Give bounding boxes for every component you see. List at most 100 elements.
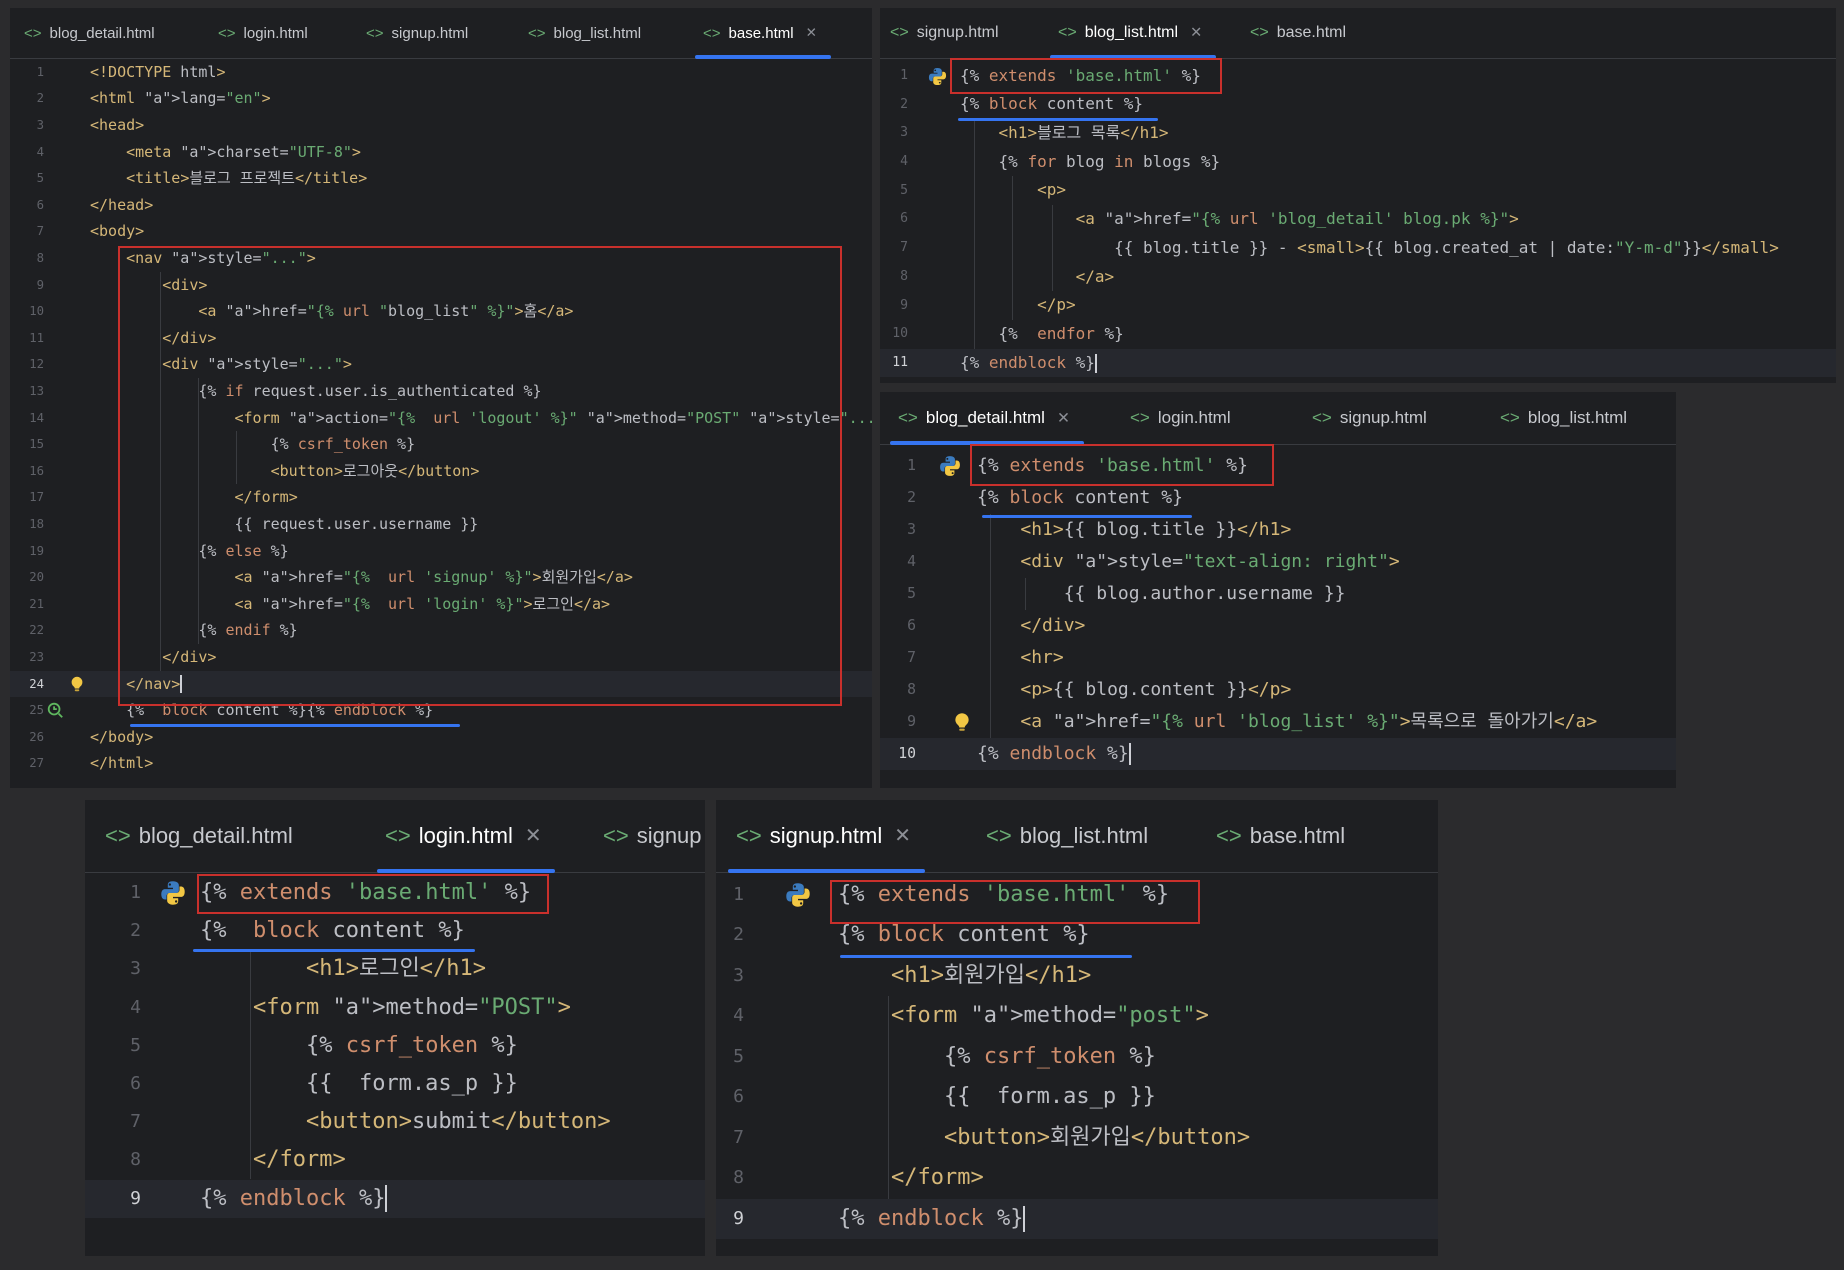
line-number: 1 xyxy=(733,883,744,905)
code-line[interactable]: {% endblock %} xyxy=(977,738,1131,770)
line-number: 3 xyxy=(130,958,141,980)
close-icon[interactable]: ✕ xyxy=(1057,409,1070,428)
lightbulb-icon[interactable] xyxy=(951,711,973,737)
code-line[interactable]: <title>블로그 프로젝트</title> xyxy=(90,165,367,192)
code-line[interactable]: {{ form.as_p }} xyxy=(200,1065,518,1103)
code-line[interactable]: <a "a">href="{% url 'blog_list' %}">목록으로… xyxy=(977,706,1597,738)
code-line[interactable]: </p> xyxy=(960,291,1076,320)
tab-base-html[interactable]: <> base.html xyxy=(1216,800,1345,872)
python-icon[interactable] xyxy=(160,880,186,910)
code-line[interactable]: {% block content %} xyxy=(977,482,1183,514)
html-file-icon: <> xyxy=(24,24,42,42)
tab-signup-html[interactable]: <> signup.html xyxy=(890,8,999,58)
close-icon[interactable]: ✕ xyxy=(1190,25,1202,41)
code-line[interactable]: <form "a">method="post"> xyxy=(838,996,1209,1037)
tab-signup-html[interactable]: <> signup.html ✕ xyxy=(728,800,925,873)
signup-html-editor[interactable]: <> signup.html ✕ <> blog_list.html <> base.htm… xyxy=(716,800,1438,1256)
base-html-editor[interactable]: <> blog_detail.html <> login.html <> signup.h… xyxy=(10,8,872,788)
code-line[interactable]: <a "a">href="{% url 'blog_detail' blog.p… xyxy=(960,205,1519,234)
code-line[interactable]: <h1>블로그 목록</h1> xyxy=(960,119,1169,148)
line-number: 10 xyxy=(892,326,908,342)
code-line[interactable]: {% endfor %} xyxy=(960,320,1124,349)
tab-base-html[interactable]: <> base.html ✕ xyxy=(695,8,831,59)
code-line[interactable]: <h1>{{ blog.title }}</h1> xyxy=(977,514,1291,546)
code-line[interactable]: <hr> xyxy=(977,642,1063,674)
code-line[interactable]: </head> xyxy=(90,192,153,219)
code-line[interactable]: <h1>회원가입</h1> xyxy=(838,956,1091,997)
close-icon[interactable]: ✕ xyxy=(525,824,542,848)
code-line[interactable]: {% endblock %} xyxy=(200,1180,388,1218)
blue-underline xyxy=(982,515,1192,518)
override-icon[interactable] xyxy=(46,701,64,723)
tab-bar: <> blog_detail.html ✕ <> login.html <> signup.… xyxy=(880,392,1676,445)
tab-label: signup.html xyxy=(1339,408,1427,427)
code-line[interactable]: </form> xyxy=(200,1141,346,1179)
close-icon[interactable]: ✕ xyxy=(806,25,817,41)
tab-label: base.html xyxy=(728,24,794,42)
tab-blog_detail-html[interactable]: <> blog_detail.html xyxy=(105,800,293,872)
code-line[interactable]: {{ blog.title }} - <small>{{ blog.create… xyxy=(960,234,1779,263)
code-line[interactable]: <p> xyxy=(960,176,1066,205)
code-line[interactable]: {% block content %} xyxy=(960,90,1143,119)
lightbulb-icon[interactable] xyxy=(68,675,86,697)
tab-label: blog_list.html xyxy=(553,24,642,42)
code-line[interactable]: </form> xyxy=(838,1158,984,1199)
blog-list-html-editor[interactable]: <> signup.html <> blog_list.html ✕ <> base.htm… xyxy=(880,8,1836,383)
code-line[interactable]: {% csrf_token %} xyxy=(838,1037,1156,1078)
tab-blog_list-html[interactable]: <> blog_list.html xyxy=(986,800,1148,872)
tab-signup-html[interactable]: <> signup.html xyxy=(366,8,468,58)
tab-blog_list-html[interactable]: <> blog_list.html ✕ xyxy=(1050,8,1217,59)
code-line[interactable]: <form "a">method="POST"> xyxy=(200,989,571,1027)
tab-login-html[interactable]: <> login.html xyxy=(218,8,308,58)
tab-blog_list-html[interactable]: <> blog_list.html xyxy=(1500,392,1627,444)
tab-blog_list-html[interactable]: <> blog_list.html xyxy=(528,8,641,58)
code-line[interactable]: <meta "a">charset="UTF-8"> xyxy=(90,139,361,166)
tab-login-html[interactable]: <> login.html xyxy=(1130,392,1231,444)
close-icon[interactable]: ✕ xyxy=(894,824,911,848)
code-line[interactable]: <body> xyxy=(90,218,144,245)
line-number: 1 xyxy=(907,456,916,474)
text-caret xyxy=(1128,743,1131,765)
code-line[interactable]: <p>{{ blog.content }}</p> xyxy=(977,674,1291,706)
tab-base-html[interactable]: <> base.html xyxy=(1250,8,1346,58)
code-line[interactable]: <div "a">style="text-align: right"> xyxy=(977,546,1399,578)
tab-signup[interactable]: <> signup xyxy=(603,800,702,872)
tab-blog_detail-html[interactable]: <> blog_detail.html xyxy=(24,8,155,58)
code-line[interactable]: <button>submit</button> xyxy=(200,1103,611,1141)
highlight-box xyxy=(950,58,1222,94)
code-line[interactable]: </html> xyxy=(90,750,153,777)
html-file-icon: <> xyxy=(1250,24,1269,41)
line-number: 11 xyxy=(29,330,44,345)
code-line[interactable]: </div> xyxy=(977,610,1085,642)
text-caret xyxy=(1023,1205,1026,1232)
code-line[interactable]: <html "a">lang="en"> xyxy=(90,85,271,112)
tab-login-html[interactable]: <> login.html ✕ xyxy=(377,800,556,873)
line-number: 1 xyxy=(900,67,908,83)
code-line[interactable]: <button>회원가입</button> xyxy=(838,1118,1250,1159)
code-line[interactable]: {% block content %} xyxy=(200,912,465,950)
code-line[interactable]: <!DOCTYPE html> xyxy=(90,59,225,86)
login-html-editor[interactable]: <> blog_detail.html <> login.html ✕ <> signup 1… xyxy=(85,800,705,1256)
line-number: 9 xyxy=(130,1187,141,1209)
code-line[interactable]: </a> xyxy=(960,263,1115,292)
code-line[interactable]: {% endblock %} xyxy=(838,1199,1026,1240)
code-line[interactable]: <h1>로그인</h1> xyxy=(200,950,486,988)
python-icon[interactable] xyxy=(939,455,961,481)
line-number: 2 xyxy=(907,488,916,506)
html-file-icon: <> xyxy=(1312,408,1332,427)
code-line[interactable]: {% for blog in blogs %} xyxy=(960,148,1221,177)
tab-signup-html[interactable]: <> signup.html xyxy=(1312,392,1427,444)
python-icon[interactable] xyxy=(785,882,811,912)
python-icon[interactable] xyxy=(928,67,947,90)
tab-label: blog_detail.html xyxy=(49,24,155,42)
line-number: 15 xyxy=(29,437,44,452)
blog-detail-html-editor[interactable]: <> blog_detail.html ✕ <> login.html <> signup.… xyxy=(880,392,1676,788)
code-line[interactable]: {% endblock %} xyxy=(960,349,1097,378)
code-line[interactable]: {% csrf_token %} xyxy=(200,1027,518,1065)
code-line[interactable]: <head> xyxy=(90,112,144,139)
code-line[interactable]: {{ blog.author.username }} xyxy=(977,578,1346,610)
tab-blog_detail-html[interactable]: <> blog_detail.html ✕ xyxy=(890,392,1084,445)
code-line[interactable]: </body> xyxy=(90,724,153,751)
html-file-icon: <> xyxy=(890,24,909,41)
code-line[interactable]: {{ form.as_p }} xyxy=(838,1077,1156,1118)
